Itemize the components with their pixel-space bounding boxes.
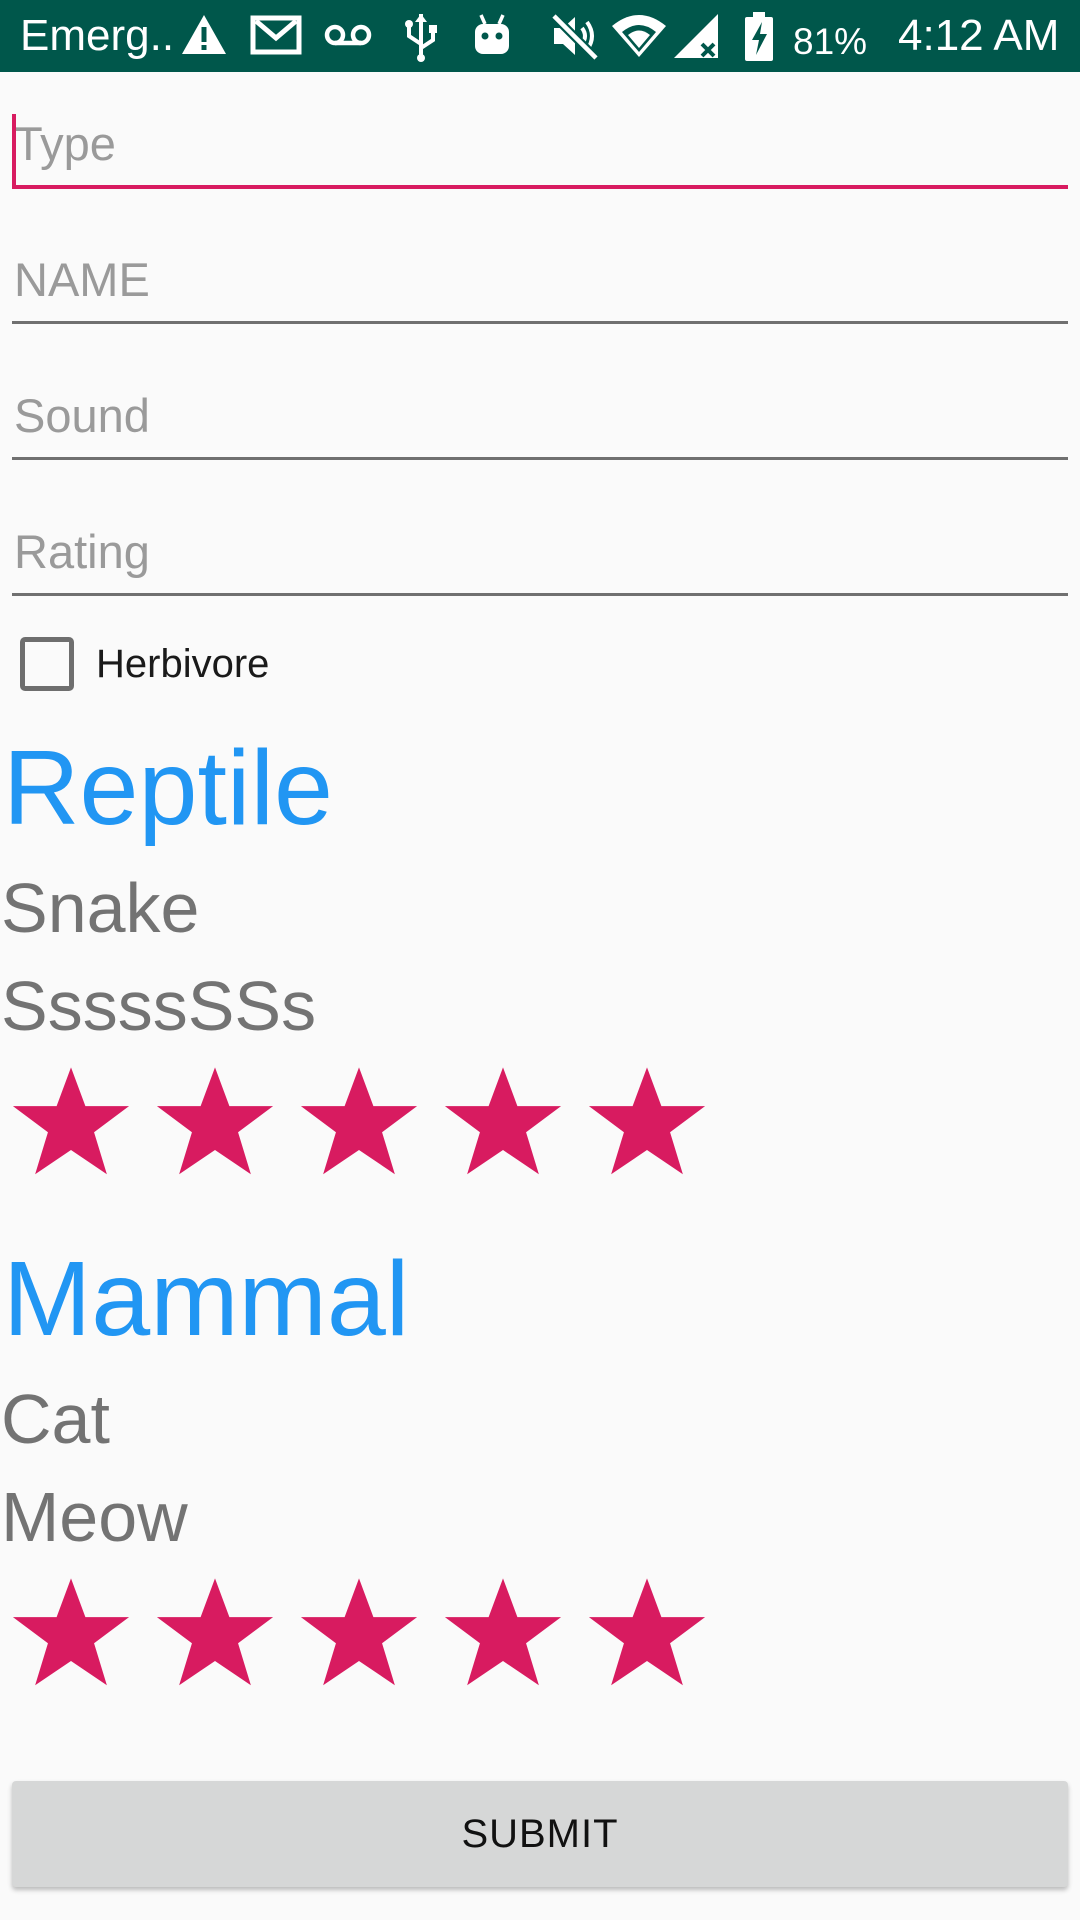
battery-percent: 81% <box>793 21 868 62</box>
herbivore-row[interactable]: Herbivore <box>20 636 269 692</box>
star-icon[interactable] <box>298 1571 420 1693</box>
star-icon[interactable] <box>154 1060 276 1182</box>
star-icon[interactable] <box>442 1060 564 1182</box>
sound-underline <box>12 457 1068 460</box>
rating-field[interactable] <box>12 492 1068 602</box>
animal-name: Snake <box>1 869 200 947</box>
rating-underline <box>12 593 1068 596</box>
clock: 4:12 AM <box>898 11 1060 60</box>
herbivore-checkbox[interactable] <box>20 637 74 691</box>
animal-sound: Meow <box>1 1478 188 1556</box>
signal-icon <box>672 12 722 60</box>
mute-icon <box>550 12 600 60</box>
rating-input[interactable] <box>12 492 1068 592</box>
animal-type: Reptile <box>3 729 333 847</box>
wifi-icon <box>610 12 668 60</box>
animal-name: Cat <box>1 1380 110 1458</box>
carrier-label: Emerg.. <box>20 11 175 60</box>
text-cursor <box>12 114 16 186</box>
status-bar: Emerg.. 81% 4:12 AM <box>0 0 1080 72</box>
rating-bar[interactable] <box>10 1571 730 1693</box>
name-field[interactable] <box>12 220 1068 330</box>
type-underline <box>12 185 1068 189</box>
sound-field[interactable] <box>12 356 1068 466</box>
rating-bar[interactable] <box>10 1060 730 1182</box>
type-field[interactable] <box>12 84 1068 194</box>
gmail-icon <box>250 12 302 58</box>
animal-type: Mammal <box>3 1240 410 1358</box>
sound-input[interactable] <box>12 356 1068 456</box>
star-icon[interactable] <box>298 1060 420 1182</box>
submit-button[interactable]: SUBMIT <box>12 1781 1068 1887</box>
name-underline <box>12 321 1068 324</box>
star-icon[interactable] <box>586 1571 708 1693</box>
android-icon <box>472 12 512 60</box>
animal-sound: SssssSSs <box>1 967 317 1045</box>
star-icon[interactable] <box>442 1571 564 1693</box>
star-icon[interactable] <box>10 1060 132 1182</box>
usb-icon <box>404 12 438 62</box>
star-icon[interactable] <box>10 1571 132 1693</box>
type-input[interactable] <box>12 84 1068 184</box>
battery-charging-icon <box>744 12 774 62</box>
star-icon[interactable] <box>154 1571 276 1693</box>
name-input[interactable] <box>12 220 1068 320</box>
herbivore-label: Herbivore <box>96 641 270 686</box>
voicemail-icon <box>324 22 372 50</box>
warning-icon <box>180 12 228 58</box>
star-icon[interactable] <box>586 1060 708 1182</box>
